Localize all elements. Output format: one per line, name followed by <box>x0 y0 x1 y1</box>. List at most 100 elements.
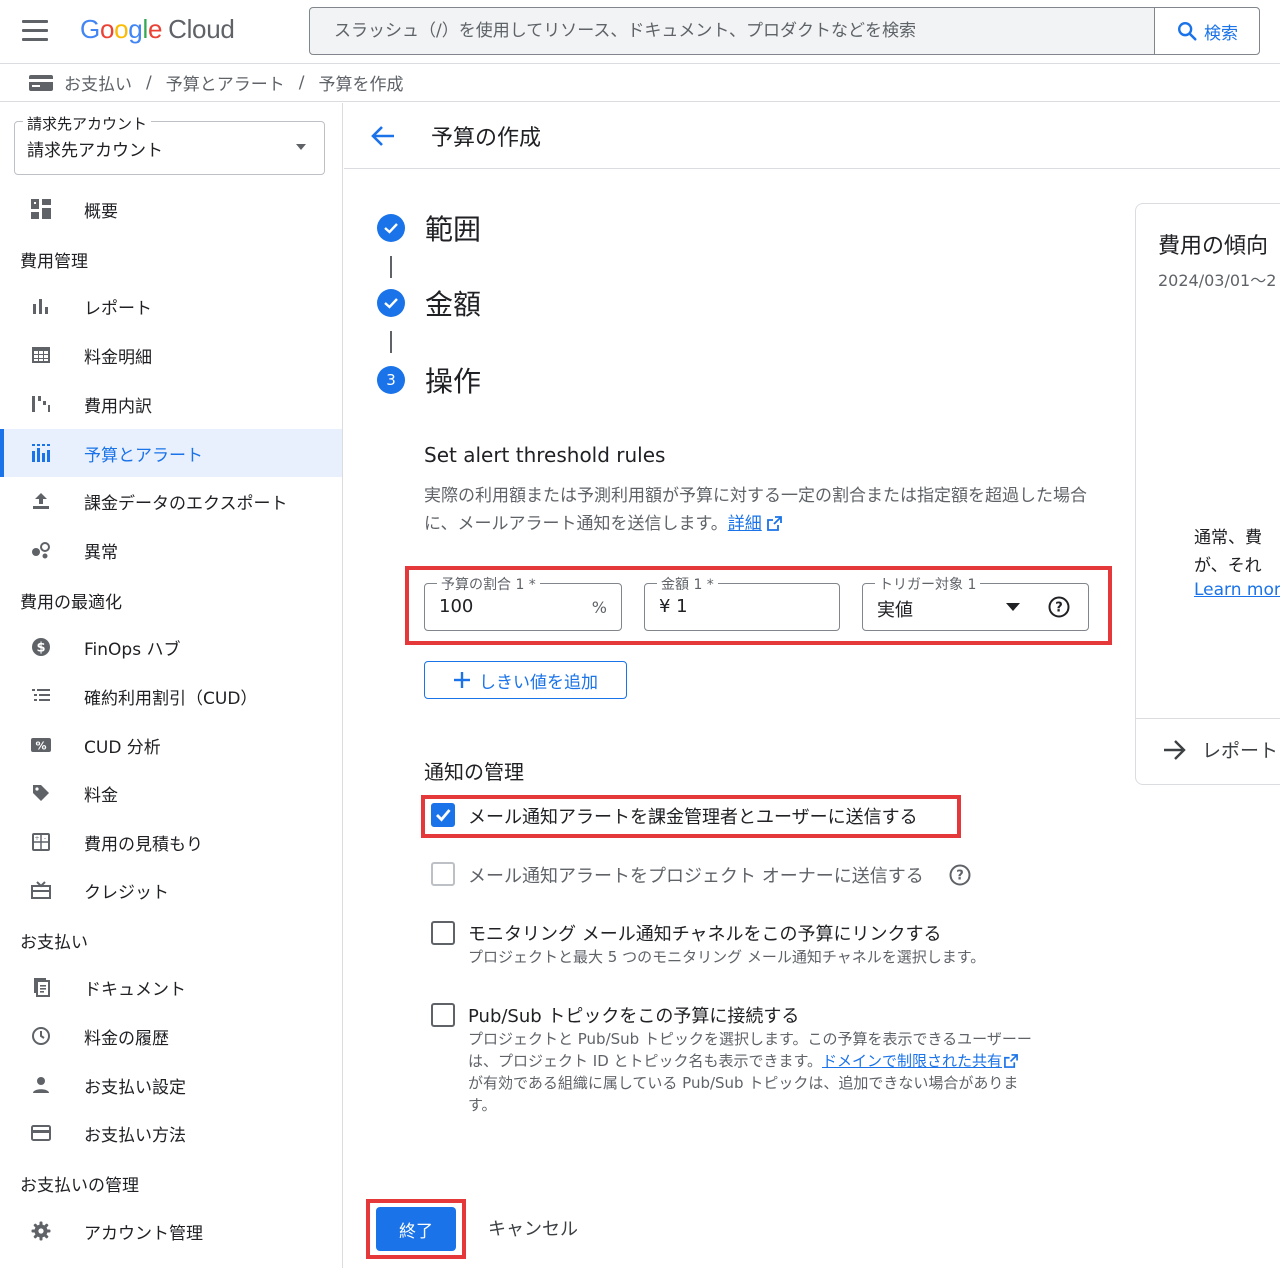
help-icon[interactable]: ? <box>1048 596 1070 618</box>
logo-letter: o <box>114 14 129 44</box>
svg-text:?: ? <box>1055 601 1063 616</box>
card-divider <box>1136 718 1280 719</box>
pubsub-sub-text: ー <box>1016 1030 1032 1048</box>
check-icon <box>377 214 405 242</box>
svg-text:+: + <box>34 835 39 842</box>
add-threshold-button[interactable]: しきい値を追加 <box>424 661 627 699</box>
email-admins-checkbox[interactable] <box>431 803 455 827</box>
clock-icon <box>30 1025 52 1047</box>
email-admins-label[interactable]: メール通知アラートを課金管理者とユーザーに送信する <box>468 803 918 829</box>
monitoring-label[interactable]: モニタリング メール通知チャネルをこの予算にリンクする <box>468 920 942 946</box>
sidebar-item-label: クレジット <box>84 882 169 903</box>
sidebar-item-overview[interactable]: 概要 <box>0 185 342 233</box>
sidebar-item-account-management[interactable]: アカウント管理 <box>0 1207 342 1255</box>
billing-account-select[interactable]: 請求先アカウント 請求先アカウント <box>14 113 325 175</box>
credit-card-icon <box>30 1122 52 1144</box>
amount-field[interactable]: 金額 1 * ¥ 1 <box>644 574 840 631</box>
tag-icon <box>30 782 52 804</box>
step-amount[interactable]: 金額 <box>377 288 481 321</box>
step-connector <box>390 256 392 278</box>
sidebar-item-cud-analysis[interactable]: % CUD 分析 <box>0 721 342 769</box>
logo-letter: G <box>80 14 100 44</box>
field-suffix: % <box>591 598 607 617</box>
budget-percent-field[interactable]: 予算の割合 1 * 100 % <box>424 574 622 631</box>
step-actions[interactable]: 3 操作 <box>377 365 481 398</box>
sidebar-item-finops[interactable]: $ FinOps ハブ <box>0 623 342 671</box>
sidebar-item-label: 異常 <box>84 542 118 563</box>
trigger-select[interactable]: トリガー対象 1 実値 ? <box>862 574 1089 631</box>
breadcrumb-item[interactable]: お支払い <box>64 70 132 95</box>
sidebar-item-cud[interactable]: 確約利用割引（CUD） <box>0 672 342 720</box>
sidebar-item-label: 費用の見積もり <box>84 834 203 855</box>
pubsub-checkbox[interactable] <box>431 1003 455 1027</box>
sidebar-item-cost-breakdown[interactable]: 費用内訳 <box>0 380 342 428</box>
list-icon <box>30 685 52 707</box>
person-icon <box>30 1074 52 1096</box>
billing-card-icon <box>29 74 53 91</box>
card-body-text: が、それ <box>1194 556 1262 576</box>
sidebar-item-label: 概要 <box>84 201 118 222</box>
pubsub-sub-text: プロジェクトと Pub/Sub トピックを選択します。この予算を表示できるユーザ… <box>468 1030 1017 1048</box>
field-value: 100 <box>439 596 474 617</box>
arrow-right-icon <box>1164 739 1186 760</box>
sidebar-item-budgets[interactable]: 予算とアラート <box>0 429 342 477</box>
details-link[interactable]: 詳細 <box>728 514 762 534</box>
sidebar-item-export[interactable]: 課金データのエクスポート <box>0 477 342 525</box>
main-header: 予算の作成 <box>344 103 1280 169</box>
cancel-button[interactable]: キャンセル <box>488 1215 578 1241</box>
external-link-icon <box>1004 1054 1018 1068</box>
sidebar-item-pricing-table[interactable]: 料金明細 <box>0 331 342 379</box>
logo-letter: o <box>99 14 115 44</box>
percent-tag-icon: % <box>30 734 52 756</box>
domain-restricted-sharing-link[interactable]: ドメインで制限された共有 <box>822 1052 1002 1070</box>
help-icon[interactable]: ? <box>949 864 971 886</box>
card-body: 通常、費 が、それ <box>1194 524 1262 580</box>
pubsub-sub-text: が有効である組織に属している Pub/Sub トピックは、追加できない場合があり… <box>468 1074 1019 1092</box>
section-title-payment-admin: お支払いの管理 <box>20 1176 139 1196</box>
svg-text:-: - <box>44 835 46 842</box>
sidebar-item-anomalies[interactable]: 異常 <box>0 526 342 574</box>
field-value: 実値 <box>877 600 913 621</box>
card-title: 費用の傾向 <box>1158 234 1269 259</box>
sidebar-item-reports[interactable]: レポート <box>0 282 342 330</box>
back-arrow-icon[interactable] <box>368 121 398 151</box>
step-scope[interactable]: 範囲 <box>377 213 481 246</box>
sidebar-item-estimate[interactable]: + - 費用の見積もり <box>0 818 342 866</box>
sidebar: 請求先アカウント 請求先アカウント 概要 費用管理 レポート 料金明細 費用内訳… <box>0 103 343 1268</box>
svg-text:$: $ <box>36 641 45 656</box>
svg-text:?: ? <box>956 869 964 884</box>
sidebar-item-pricing[interactable]: 料金 <box>0 769 342 817</box>
field-label: 金額 1 * <box>657 574 718 594</box>
breadcrumb-item[interactable]: 予算とアラート <box>166 70 285 95</box>
email-owners-checkbox[interactable] <box>431 862 455 886</box>
plus-icon <box>454 672 470 688</box>
rules-description: 実際の利用額または予測利用額が予算に対する一定の割合または指定額を超過した場合に… <box>424 482 1114 538</box>
rules-heading: Set alert threshold rules <box>424 443 666 467</box>
sidebar-item-label: 料金の履歴 <box>84 1028 169 1049</box>
logo-letter: g <box>128 14 143 44</box>
monitoring-checkbox[interactable] <box>431 921 455 945</box>
search-input[interactable] <box>310 8 1155 54</box>
sidebar-item-label: 料金 <box>84 785 118 806</box>
finish-button[interactable]: 終了 <box>376 1207 456 1251</box>
sidebar-item-payment-method[interactable]: お支払い方法 <box>0 1109 342 1157</box>
sidebar-item-label: CUD 分析 <box>84 737 161 758</box>
menu-icon[interactable] <box>22 20 48 42</box>
billing-account-label: 請求先アカウント <box>23 113 152 134</box>
search-button[interactable]: 検索 <box>1154 8 1259 54</box>
domain-link-label: ドメインで制限された共有 <box>822 1052 1003 1070</box>
dropdown-arrow-icon <box>1006 603 1020 611</box>
section-title-cost-management: 費用管理 <box>20 252 88 272</box>
pubsub-label[interactable]: Pub/Sub トピックをこの予算に接続する <box>468 1002 799 1028</box>
sidebar-item-transactions[interactable]: 料金の履歴 <box>0 1012 342 1060</box>
anomaly-icon <box>30 539 52 561</box>
section-title-optimization: 費用の最適化 <box>20 593 122 613</box>
dollar-circle-icon: $ <box>30 636 52 658</box>
sidebar-item-credits[interactable]: クレジット <box>0 866 342 914</box>
card-report-link[interactable]: レポート <box>1162 736 1278 763</box>
google-cloud-logo[interactable]: Google Cloud <box>80 14 235 45</box>
sidebar-item-payment-settings[interactable]: お支払い設定 <box>0 1061 342 1109</box>
cost-trend-card: 費用の傾向 2024/03/01〜2 通常、費 が、それ Learn more … <box>1135 203 1280 785</box>
sidebar-item-documents[interactable]: ドキュメント <box>0 963 342 1011</box>
learn-more-link[interactable]: Learn more <box>1194 580 1280 600</box>
